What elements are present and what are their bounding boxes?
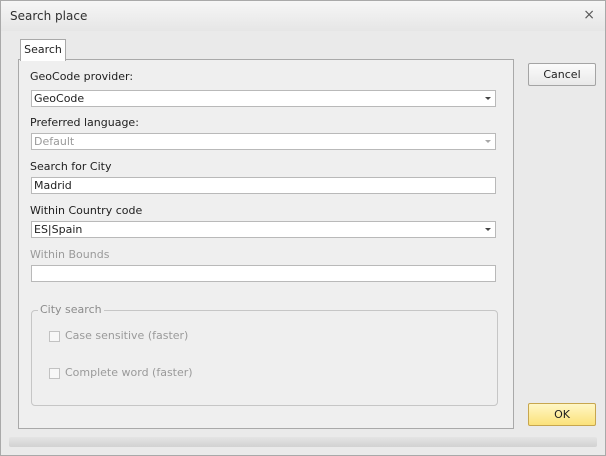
within-bounds-input[interactable] — [31, 265, 496, 282]
search-city-input[interactable]: Madrid — [31, 177, 496, 194]
close-icon[interactable]: × — [583, 7, 595, 23]
within-bounds-label: Within Bounds — [30, 248, 110, 261]
country-code-select[interactable]: ES|Spain — [31, 221, 496, 238]
preferred-language-select[interactable]: Default — [31, 133, 496, 150]
complete-word-checkbox[interactable] — [49, 368, 60, 379]
country-code-label: Within Country code — [30, 204, 143, 217]
country-code-value: ES|Spain — [34, 223, 83, 236]
city-search-title: City search — [38, 303, 104, 316]
dialog-title: Search place — [10, 9, 88, 23]
chevron-down-icon[interactable] — [485, 140, 491, 143]
ok-button[interactable]: OK — [528, 403, 596, 426]
cancel-button[interactable]: Cancel — [528, 63, 596, 86]
search-place-dialog: Search place × Search GeoCode provider: … — [0, 0, 606, 456]
geocode-provider-label: GeoCode provider: — [30, 70, 134, 83]
search-city-value: Madrid — [34, 179, 72, 192]
search-tab-panel: GeoCode provider: GeoCode Preferred lang… — [18, 59, 514, 429]
city-search-group: City search Case sensitive (faster) Comp… — [31, 303, 498, 406]
case-sensitive-checkbox[interactable] — [49, 331, 60, 342]
geocode-provider-value: GeoCode — [34, 92, 85, 105]
chevron-down-icon[interactable] — [485, 97, 491, 100]
title-bar[interactable]: Search place × — [1, 1, 605, 31]
preferred-language-value: Default — [34, 135, 75, 148]
case-sensitive-label: Case sensitive (faster) — [65, 329, 189, 342]
search-city-label: Search for City — [30, 160, 112, 173]
geocode-provider-select[interactable]: GeoCode — [31, 90, 496, 107]
complete-word-label: Complete word (faster) — [65, 366, 193, 379]
preferred-language-label: Preferred language: — [30, 116, 139, 129]
tab-search[interactable]: Search — [20, 39, 66, 61]
status-bar — [9, 437, 597, 447]
chevron-down-icon[interactable] — [485, 228, 491, 231]
